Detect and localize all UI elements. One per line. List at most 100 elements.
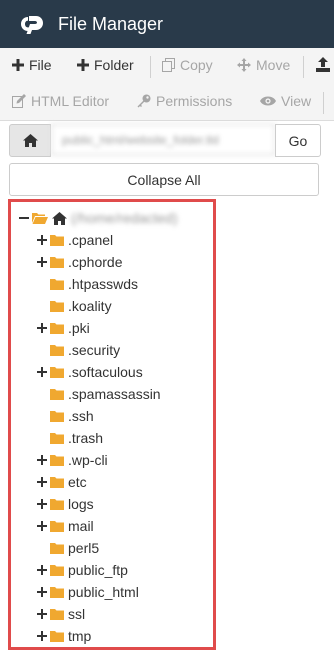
folder-icon — [50, 411, 64, 422]
tree-folder-label: public_html — [68, 584, 139, 600]
tree-folder[interactable]: public_html — [37, 582, 139, 602]
folder-icon — [50, 521, 64, 532]
tree-folder[interactable]: etc — [37, 472, 87, 492]
tree-folder-label: .spamassassin — [68, 386, 161, 402]
home-icon — [22, 134, 38, 147]
plus-icon — [77, 59, 89, 71]
tree-folder-label: perl5 — [68, 540, 100, 556]
tree-folder[interactable]: .wp-cli — [37, 450, 108, 470]
toolbar-divider — [150, 56, 151, 78]
expand-icon[interactable] — [37, 565, 47, 575]
toolbar: File Folder Copy Move HTML Editor Permis… — [0, 48, 334, 121]
tree-folder[interactable]: perl5 — [37, 538, 99, 558]
home-icon — [52, 211, 67, 225]
new-file-button[interactable]: File — [12, 57, 52, 73]
tree-folder-label: .security — [68, 342, 121, 358]
folder-icon — [50, 345, 64, 356]
expand-icon[interactable] — [37, 455, 47, 465]
expand-icon[interactable] — [37, 609, 47, 619]
collapse-icon[interactable] — [19, 213, 29, 223]
tree-folder-label: public_ftp — [68, 562, 128, 578]
upload-button[interactable] — [316, 57, 334, 72]
path-input[interactable] — [51, 124, 275, 155]
tree-root[interactable]: (/home/redacted) — [19, 208, 178, 228]
upload-icon — [316, 57, 330, 72]
move-button[interactable]: Move — [237, 57, 290, 73]
folder-icon — [50, 301, 64, 312]
copy-icon — [162, 58, 175, 72]
tree-folder[interactable]: .trash — [37, 428, 103, 448]
path-bar: Go — [9, 124, 321, 157]
folder-icon — [50, 455, 64, 466]
folder-icon — [50, 499, 64, 510]
tree-folder[interactable]: .pki — [37, 318, 90, 338]
folder-icon — [50, 609, 64, 620]
home-button[interactable] — [9, 124, 51, 157]
move-icon — [237, 58, 251, 72]
expand-icon[interactable] — [37, 521, 47, 531]
folder-icon — [50, 587, 64, 598]
permissions-button[interactable]: Permissions — [137, 93, 232, 109]
tree-folder[interactable]: .htpasswds — [37, 274, 138, 294]
copy-label: Copy — [180, 57, 213, 73]
expand-icon[interactable] — [37, 367, 47, 377]
tree-folder-label: logs — [68, 496, 94, 512]
view-label: View — [281, 93, 312, 109]
folder-icon — [50, 323, 64, 334]
tree-folder[interactable]: logs — [37, 494, 94, 514]
tree-root-label: (/home/redacted) — [71, 210, 178, 226]
tree-folder[interactable]: .cphorde — [37, 252, 122, 272]
edit-icon — [12, 94, 26, 108]
toolbar-row-2: HTML Editor Permissions View — [0, 84, 334, 120]
tree-folder[interactable]: .cpanel — [37, 230, 113, 250]
view-button[interactable]: View — [260, 93, 311, 109]
tree-folder-label: ssl — [68, 606, 86, 622]
tree-folder-label: .htpasswds — [68, 276, 139, 292]
tree-folder[interactable]: tmp — [37, 626, 91, 646]
tree-folder-label: .ssh — [68, 408, 94, 424]
expand-icon[interactable] — [37, 631, 47, 641]
new-folder-button[interactable]: Folder — [77, 57, 134, 73]
new-file-label: File — [29, 57, 52, 73]
tree-folder[interactable]: .koality — [37, 296, 112, 316]
expand-icon[interactable] — [37, 477, 47, 487]
title-bar: File Manager — [0, 0, 334, 48]
html-editor-label: HTML Editor — [31, 93, 110, 109]
tree-folder-label: .softaculous — [68, 364, 143, 380]
tree-folder[interactable]: ssl — [37, 604, 85, 624]
tree-folder[interactable]: .softaculous — [37, 362, 143, 382]
folder-icon — [50, 279, 64, 290]
folder-icon — [50, 235, 64, 246]
folder-icon — [50, 433, 64, 444]
expand-icon[interactable] — [37, 235, 47, 245]
tree-folder-label: .wp-cli — [68, 452, 108, 468]
folder-icon — [50, 565, 64, 576]
toolbar-divider — [323, 92, 324, 114]
tree-folder[interactable]: mail — [37, 516, 94, 536]
tree-folder[interactable]: public_ftp — [37, 560, 128, 580]
folder-icon — [50, 389, 64, 400]
expand-icon[interactable] — [37, 257, 47, 267]
tree-folder-label: .cphorde — [68, 254, 123, 270]
expand-icon[interactable] — [37, 587, 47, 597]
html-editor-button[interactable]: HTML Editor — [12, 93, 109, 109]
toolbar-divider — [303, 56, 304, 78]
expand-icon[interactable] — [37, 499, 47, 509]
folder-icon — [50, 477, 64, 488]
cpanel-logo-icon — [21, 16, 43, 34]
tree-folder[interactable]: .security — [37, 340, 120, 360]
collapse-all-button[interactable]: Collapse All — [9, 163, 319, 196]
folder-icon — [50, 367, 64, 378]
tree-folder[interactable]: .spamassassin — [37, 384, 161, 404]
tree-folder-label: etc — [68, 474, 87, 490]
tree-folder-label: .cpanel — [68, 232, 114, 248]
new-folder-label: Folder — [94, 57, 134, 73]
folder-icon — [50, 631, 64, 642]
move-label: Move — [256, 57, 291, 73]
go-button[interactable]: Go — [275, 124, 321, 157]
folder-open-icon — [32, 213, 48, 224]
copy-button[interactable]: Copy — [162, 57, 213, 73]
expand-icon[interactable] — [37, 323, 47, 333]
tree-folder[interactable]: .ssh — [37, 406, 94, 426]
tree-folder-label: tmp — [68, 628, 92, 644]
